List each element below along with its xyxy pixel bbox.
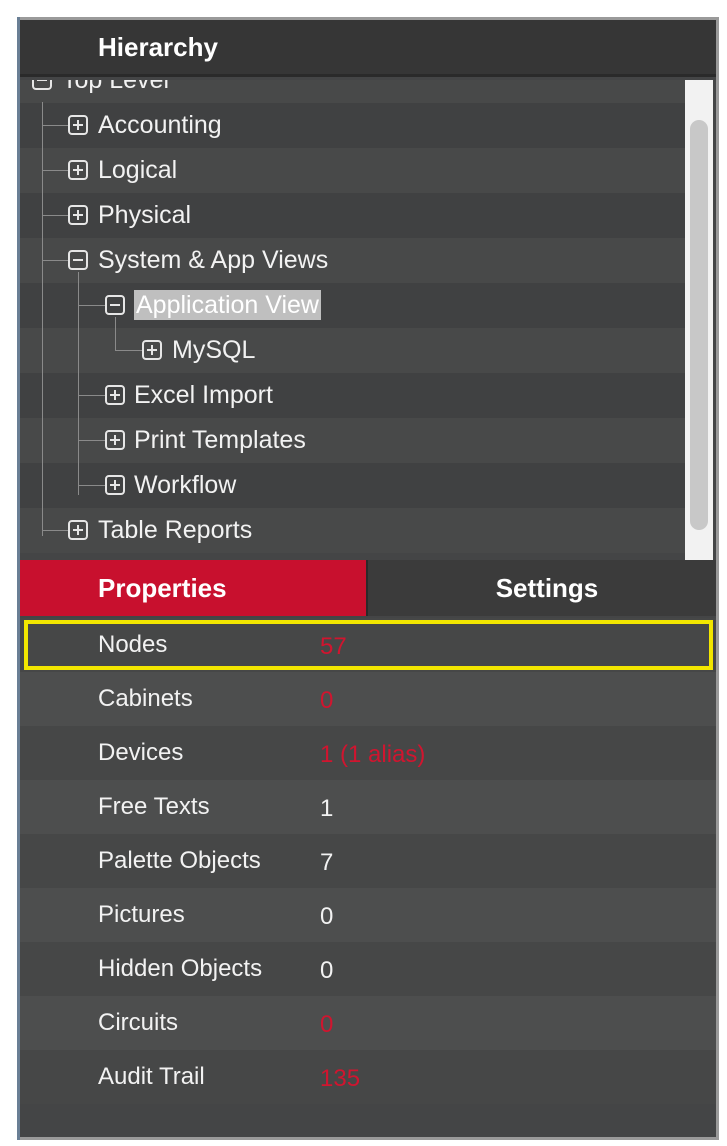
tab-properties[interactable]: Properties [20,560,366,616]
tree-row-workflow[interactable]: Workflow [20,463,685,508]
property-row-circuits: Circuits 0 [20,996,716,1050]
tree-row-excel-import[interactable]: Excel Import [20,373,685,418]
tree-item-label: Accounting [98,111,222,139]
tree-connector [115,317,116,351]
expand-icon[interactable] [68,115,88,135]
expand-icon[interactable] [105,385,125,405]
tree-connector [42,125,68,126]
collapse-icon[interactable] [32,80,52,90]
tree-connector [42,530,68,531]
property-name: Hidden Objects [98,955,263,982]
expand-icon[interactable] [142,340,162,360]
tree-connector [78,305,105,306]
tree-row-table-reports[interactable]: Table Reports [20,508,685,553]
property-name: Devices [98,739,184,766]
tree-row-application-view[interactable]: Application View [20,283,685,328]
property-row-pictures: Pictures 0 [20,888,716,942]
property-row-free-texts: Free Texts 1 [20,780,716,834]
property-value[interactable]: 1 (1 alias) [320,740,425,770]
property-value[interactable]: 0 [320,686,333,716]
property-name: Palette Objects [98,847,261,874]
expand-icon[interactable] [68,520,88,540]
property-value[interactable]: 135 [320,1064,360,1094]
property-name: Free Texts [98,793,210,820]
tree-connector [42,215,68,216]
tree-row-accounting[interactable]: Accounting [20,103,685,148]
tree-item-label-selected: Application View [134,290,321,320]
tab-bar: Properties Settings [20,560,716,616]
tree-row-print-templates[interactable]: Print Templates [20,418,685,463]
tree-connector [42,260,68,261]
expand-icon[interactable] [105,475,125,495]
tree-item-label: Workflow [134,471,237,499]
expand-icon[interactable] [105,430,125,450]
tree-connector [42,170,68,171]
property-value[interactable]: 0 [320,1010,333,1040]
tree-item-label: MySQL [172,336,256,364]
tree-item-label: Logical [98,156,178,184]
tree-item-label: System & App Views [98,246,329,274]
scrollbar-thumb[interactable] [690,120,708,530]
tab-settings[interactable]: Settings [366,560,716,616]
tree-row-system-app-views[interactable]: System & App Views [20,238,685,283]
tree-connector [42,102,43,536]
property-row-devices: Devices 1 (1 alias) [20,726,716,780]
expand-icon[interactable] [68,205,88,225]
tree-row-logical[interactable]: Logical [20,148,685,193]
panel-header: Hierarchy [20,20,716,77]
property-row-nodes: Nodes 57 [20,618,716,672]
collapse-icon[interactable] [105,295,125,315]
property-name: Nodes [98,631,168,658]
tree-row-physical[interactable]: Physical [20,193,685,238]
property-name: Audit Trail [98,1063,205,1090]
property-name: Circuits [98,1009,179,1036]
property-value[interactable]: 57 [320,632,347,662]
property-value: 0 [320,957,334,984]
tree-item-label: Table Reports [98,516,253,544]
property-row-cabinets: Cabinets 0 [20,672,716,726]
tree-connector [78,395,105,396]
tree-connector [78,440,105,441]
tree-scrollbar[interactable] [685,80,713,560]
property-value: 1 [320,795,334,822]
tree-item-label: Print Templates [134,426,306,454]
property-row-audit-trail: Audit Trail 135 [20,1050,716,1104]
expand-icon[interactable] [68,160,88,180]
property-value: 7 [320,849,334,876]
tree-connector [78,485,105,486]
tree-row-top-level[interactable]: Top Level [20,80,685,103]
property-value: 0 [320,903,334,930]
tree-item-label: Excel Import [134,381,273,409]
hierarchy-tree: Top Level Accounting Logical Physical Sy… [20,80,685,560]
property-row-hidden-objects: Hidden Objects 0 [20,942,716,996]
tree-connector [115,350,142,351]
property-name: Pictures [98,901,185,928]
tree-item-label: Top Level [62,80,170,94]
hierarchy-panel: Hierarchy Top Level Accounting Logical P… [20,20,716,1137]
collapse-icon[interactable] [68,250,88,270]
property-name: Cabinets [98,685,193,712]
property-row-palette-objects: Palette Objects 7 [20,834,716,888]
tree-item-label: Physical [98,201,192,229]
